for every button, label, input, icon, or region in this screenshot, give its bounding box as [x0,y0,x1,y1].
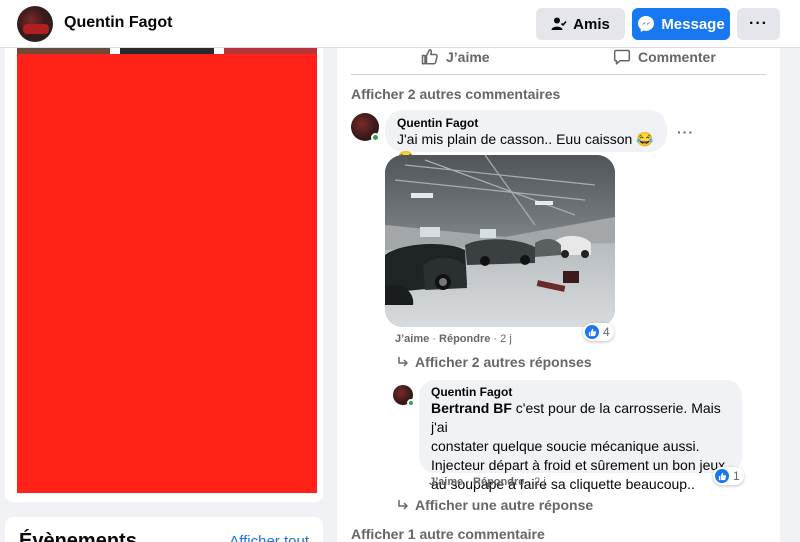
like-button[interactable]: J’aime [421,48,490,66]
reply-line: constater quelque souciе mécanique aussi… [431,438,700,454]
profile-avatar[interactable] [17,6,53,42]
more-options-label: ··· [749,15,768,32]
show-more-replies-label: Afficher 2 autres réponses [415,354,592,370]
reaction-count: 1 [733,469,740,483]
thumbs-up-icon [421,49,438,65]
comment-author[interactable]: Quentin Fagot [397,116,655,130]
reply-timestamp[interactable]: 2 j [534,476,546,488]
show-more-comments-link[interactable]: Afficher 2 autres commentaires [351,86,560,102]
profile-name[interactable]: Quentin Fagot [64,14,172,32]
show-more-replies-link[interactable]: Afficher 2 autres réponses [397,354,592,370]
comment-options-button[interactable]: ··· [677,124,694,140]
reply-line: Injecteur départ à froid et sûrement un … [431,457,726,473]
comment-like-link[interactable]: J’aime [395,333,429,345]
more-options-button[interactable]: ··· [737,8,780,40]
comment-text-body: J'ai mis plain de casson.. Euu caisson [397,131,633,147]
reply-arrow-icon [398,357,408,367]
friends-icon [551,17,567,30]
comment-button[interactable]: Commenter [613,48,716,66]
garage-cars-photo [385,155,615,327]
post-card: J’aime Commenter Afficher 2 autres comme… [337,48,780,542]
friends-label: Amis [573,15,610,33]
reply-meta: J’aime · Répondre · 2 j [429,476,546,488]
comment-icon [613,49,631,65]
events-see-all-link[interactable]: Afficher tout [229,533,309,542]
like-label: J’aime [446,49,490,65]
reply-author[interactable]: Quentin Fagot [431,385,730,399]
show-another-reply-link[interactable]: Afficher une autre réponse [397,497,593,513]
comment-photo[interactable] [385,155,615,327]
show-another-reply-label: Afficher une autre réponse [415,497,594,513]
reaction-count: 4 [603,325,610,339]
comment-reply-link[interactable]: Répondre [439,333,490,345]
profile-header-bar: Quentin Fagot Amis Message ··· [0,0,800,48]
events-title: Évènements [19,530,137,542]
like-reaction-icon [715,469,729,483]
redacted-area [17,54,317,493]
message-label: Message [661,15,725,33]
reply-reply-link[interactable]: Répondre [473,476,524,488]
online-status-dot [371,133,380,142]
online-status-dot [407,399,415,407]
mention-link[interactable]: Bertrand BF [431,400,512,416]
messenger-icon [638,16,655,32]
comment-bubble: Quentin Fagot J'ai mis plain de casson..… [385,110,667,166]
reply-bubble: Quentin Fagot Bertrand BF c'est pour de … [419,380,742,492]
like-reaction-icon [585,325,599,339]
reply-arrow-icon [398,500,408,510]
events-card: Évènements Afficher tout [5,517,323,542]
photos-card [5,48,323,502]
comment-timestamp[interactable]: 2 j [500,333,512,345]
reply-like-link[interactable]: J’aime [429,476,463,488]
comment-meta: J’aime · Répondre · 2 j [395,333,512,345]
reply-reactions[interactable]: 1 [713,467,744,485]
friends-button[interactable]: Amis [536,8,625,40]
comment-reactions[interactable]: 4 [583,323,614,341]
show-one-more-comment-link[interactable]: Afficher 1 autre commentaire [351,526,545,542]
message-button[interactable]: Message [632,8,730,40]
reply-author-avatar[interactable] [393,385,415,407]
comment-label: Commenter [638,49,716,65]
post-actions: J’aime Commenter [351,48,766,75]
commenter-avatar[interactable] [351,113,380,142]
reply-text: Bertrand BF c'est pour de la carrosserie… [431,399,730,437]
